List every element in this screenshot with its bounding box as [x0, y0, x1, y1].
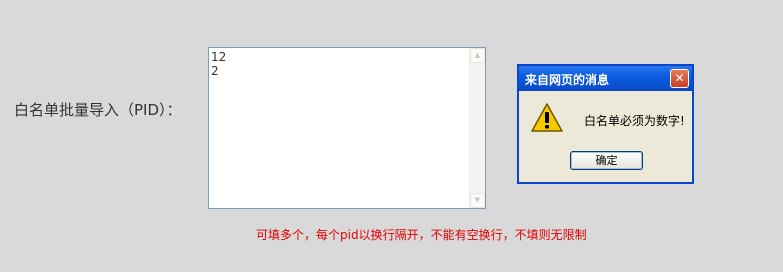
dialog-message: 白名单必须为数字!	[584, 114, 685, 128]
warning-icon	[531, 103, 563, 132]
alert-dialog: 来自网页的消息 ✕ 白名单必须为数字! 确定	[517, 64, 694, 184]
textarea-line: 12	[211, 50, 227, 64]
textarea-scrollbar[interactable]: ▲ ▼	[469, 48, 485, 208]
textarea-line: 2	[211, 64, 219, 78]
whitelist-import-label: 白名单批量导入（PID）：	[14, 101, 182, 119]
close-button[interactable]: ✕	[670, 69, 689, 88]
ok-button[interactable]: 确定	[570, 151, 643, 170]
scroll-up-button[interactable]: ▲	[470, 48, 485, 63]
close-icon: ✕	[674, 71, 685, 85]
scroll-down-button[interactable]: ▼	[470, 193, 485, 208]
input-hint: 可填多个，每个pid以换行隔开，不能有空换行，不填则无限制	[256, 228, 587, 242]
pid-textarea[interactable]: 12 2 ▲ ▼	[208, 47, 486, 209]
textarea-content[interactable]: 12 2	[211, 50, 226, 78]
dialog-titlebar[interactable]: 来自网页的消息 ✕	[519, 66, 692, 91]
dialog-title: 来自网页的消息	[525, 73, 610, 87]
